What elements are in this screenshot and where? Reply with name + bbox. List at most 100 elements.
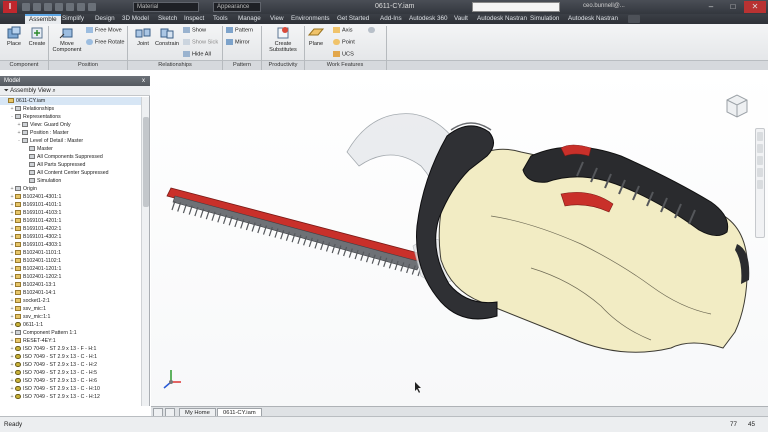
panel-work-features[interactable]: Work Features <box>305 61 385 70</box>
tab-sketch[interactable]: Sketch <box>158 14 177 24</box>
look-at-icon[interactable] <box>757 180 763 189</box>
scrollbar-thumb[interactable] <box>143 117 149 207</box>
panel-position[interactable]: Position <box>49 61 127 70</box>
tree-item[interactable]: + ssv_mic:1:1 <box>0 313 141 321</box>
constrain-button[interactable]: Constrain <box>154 26 180 47</box>
graphics-viewport[interactable] <box>151 70 768 406</box>
tab-autodesk-360[interactable]: Autodesk 360 <box>409 14 448 24</box>
tab-simulation[interactable]: Simulation <box>530 14 559 24</box>
tree-item[interactable]: + B169101-4103:1 <box>0 209 141 217</box>
home-icon[interactable] <box>77 3 85 11</box>
tree-item[interactable]: + Component Pattern 1:1 <box>0 329 141 337</box>
plane-button[interactable]: Plane <box>306 26 326 47</box>
tree-item[interactable]: + Position : Master <box>0 129 141 137</box>
tree-item[interactable]: + B102401-14:1 <box>0 289 141 297</box>
tree-item[interactable]: +0611-1:1 <box>0 321 141 329</box>
create-button[interactable]: Create <box>26 26 48 47</box>
search-input[interactable] <box>472 2 560 12</box>
app-menu-button[interactable]: I <box>3 1 17 13</box>
tree-item[interactable]: + B102401-1202:1 <box>0 273 141 281</box>
assembly-view-dropdown[interactable]: Assembly View <box>10 88 51 94</box>
browser-title[interactable]: Model <box>4 78 20 84</box>
tree-item[interactable]: + B102401-13:1 <box>0 281 141 289</box>
save-icon[interactable] <box>44 3 52 11</box>
tree-item[interactable]: All Components Suppressed <box>0 153 141 161</box>
tree-item[interactable]: + ssv_mic:1 <box>0 305 141 313</box>
undo-icon[interactable] <box>55 3 63 11</box>
tab-environments[interactable]: Environments <box>291 14 330 24</box>
tree-item[interactable]: 0611-CY.iam <box>0 97 141 105</box>
tree-item[interactable]: + ISO 7049 - ST 2.9 x 13 - C - H:1 <box>0 353 141 361</box>
binoculars-icon[interactable]: ⌕ <box>52 88 55 94</box>
create-substitutes-button[interactable]: Create Substitutes <box>265 26 301 53</box>
tree-item[interactable]: + B169101-4202:1 <box>0 225 141 233</box>
tree-item[interactable]: + B169101-4302:1 <box>0 233 141 241</box>
tab-tools[interactable]: Tools <box>213 14 228 24</box>
tab-autodesk-nastran-2[interactable]: Autodesk Nastran <box>568 14 618 24</box>
ribbon-options-icon[interactable] <box>628 15 640 23</box>
tree-item[interactable]: + B102401-1101:1 <box>0 249 141 257</box>
tree-item[interactable]: + B169101-4201:1 <box>0 217 141 225</box>
pan-icon[interactable] <box>757 144 763 153</box>
tree-item[interactable]: - Level of Detail : Master <box>0 137 141 145</box>
tree-item[interactable]: + B102401-1102:1 <box>0 257 141 265</box>
tab-vault[interactable]: Vault <box>454 14 468 24</box>
panel-relationships[interactable]: Relationships <box>128 61 222 70</box>
tree-item[interactable]: + ISO 7049 - ST 2.9 x 13 - F - H:1 <box>0 345 141 353</box>
tab-add-ins[interactable]: Add-Ins <box>380 14 402 24</box>
tree-item[interactable]: + ISO 7049 - ST 2.9 x 13 - C - H:10 <box>0 385 141 393</box>
axis-button[interactable]: Axis <box>333 27 353 34</box>
tree-item[interactable]: + B102401-1201:1 <box>0 265 141 273</box>
place-button[interactable]: Place <box>3 26 25 47</box>
tree-item[interactable]: + RESET-4EY:1 <box>0 337 141 345</box>
steering-wheel-icon[interactable] <box>757 132 763 141</box>
open-icon[interactable] <box>33 3 41 11</box>
browser-scrollbar[interactable] <box>141 97 149 406</box>
new-icon[interactable] <box>22 3 30 11</box>
tab-assemble[interactable]: Assemble <box>25 14 61 24</box>
tree-item[interactable]: + Relationships <box>0 105 141 113</box>
print-icon[interactable] <box>88 3 96 11</box>
hide-all-button[interactable]: Hide All <box>183 51 211 58</box>
tree-item[interactable]: + B169101-4101:1 <box>0 201 141 209</box>
show-sick-button[interactable]: Show Sick <box>183 39 218 46</box>
free-move-button[interactable]: Free Move <box>86 27 122 34</box>
tree-item[interactable]: + ISO 7049 - ST 2.9 x 13 - C - H:5 <box>0 369 141 377</box>
user-account[interactable]: ceo.bunnell@... <box>583 3 625 9</box>
point-button[interactable]: Point <box>333 39 355 46</box>
tab-autodesk-nastran[interactable]: Autodesk Nastran <box>477 14 527 24</box>
tree-item[interactable]: + B169101-4303:1 <box>0 241 141 249</box>
tree-item[interactable]: Master <box>0 145 141 153</box>
tab-inspect[interactable]: Inspect <box>184 14 204 24</box>
tree-item[interactable]: Simulation <box>0 177 141 185</box>
tab-simplify[interactable]: Simplify <box>62 14 84 24</box>
material-dropdown[interactable]: Material <box>133 2 199 12</box>
minimize-button[interactable]: – <box>700 1 722 13</box>
redo-icon[interactable] <box>66 3 74 11</box>
ucs-button[interactable]: UCS <box>333 51 354 58</box>
tree-item[interactable]: + ISO 7049 - ST 2.9 x 13 - C - H:6 <box>0 377 141 385</box>
tree-item[interactable]: + ISO 7049 - ST 2.9 x 13 - C - H:2 <box>0 361 141 369</box>
tree-item[interactable]: All Parts Suppressed <box>0 161 141 169</box>
panel-component[interactable]: Component <box>0 61 48 70</box>
joint-button[interactable]: Joint <box>133 26 153 47</box>
filter-icon[interactable]: ⏷ <box>4 88 9 94</box>
panel-productivity[interactable]: Productivity <box>262 61 304 70</box>
viewcube[interactable] <box>723 92 751 120</box>
tab-view[interactable]: View <box>270 14 284 24</box>
tab-manage[interactable]: Manage <box>238 14 261 24</box>
tree-item[interactable]: + Origin <box>0 185 141 193</box>
orbit-icon[interactable] <box>757 168 763 177</box>
free-rotate-button[interactable]: Free Rotate <box>86 39 125 46</box>
tree-item[interactable]: + ISO 7049 - ST 2.9 x 13 - C - H:12 <box>0 393 141 401</box>
close-button[interactable]: ✕ <box>744 1 766 13</box>
show-button[interactable]: Show <box>183 27 206 34</box>
tab-get-started[interactable]: Get Started <box>337 14 369 24</box>
zoom-icon[interactable] <box>757 156 763 165</box>
tree-item[interactable]: + socket1-2:1 <box>0 297 141 305</box>
tree-item[interactable]: All Content Center Suppressed <box>0 169 141 177</box>
appearance-dropdown[interactable]: Appearance <box>213 2 261 12</box>
work-feature-options-button[interactable] <box>368 27 377 34</box>
tree-item[interactable]: + View: Guard Only <box>0 121 141 129</box>
panel-pattern[interactable]: Pattern <box>223 61 261 70</box>
